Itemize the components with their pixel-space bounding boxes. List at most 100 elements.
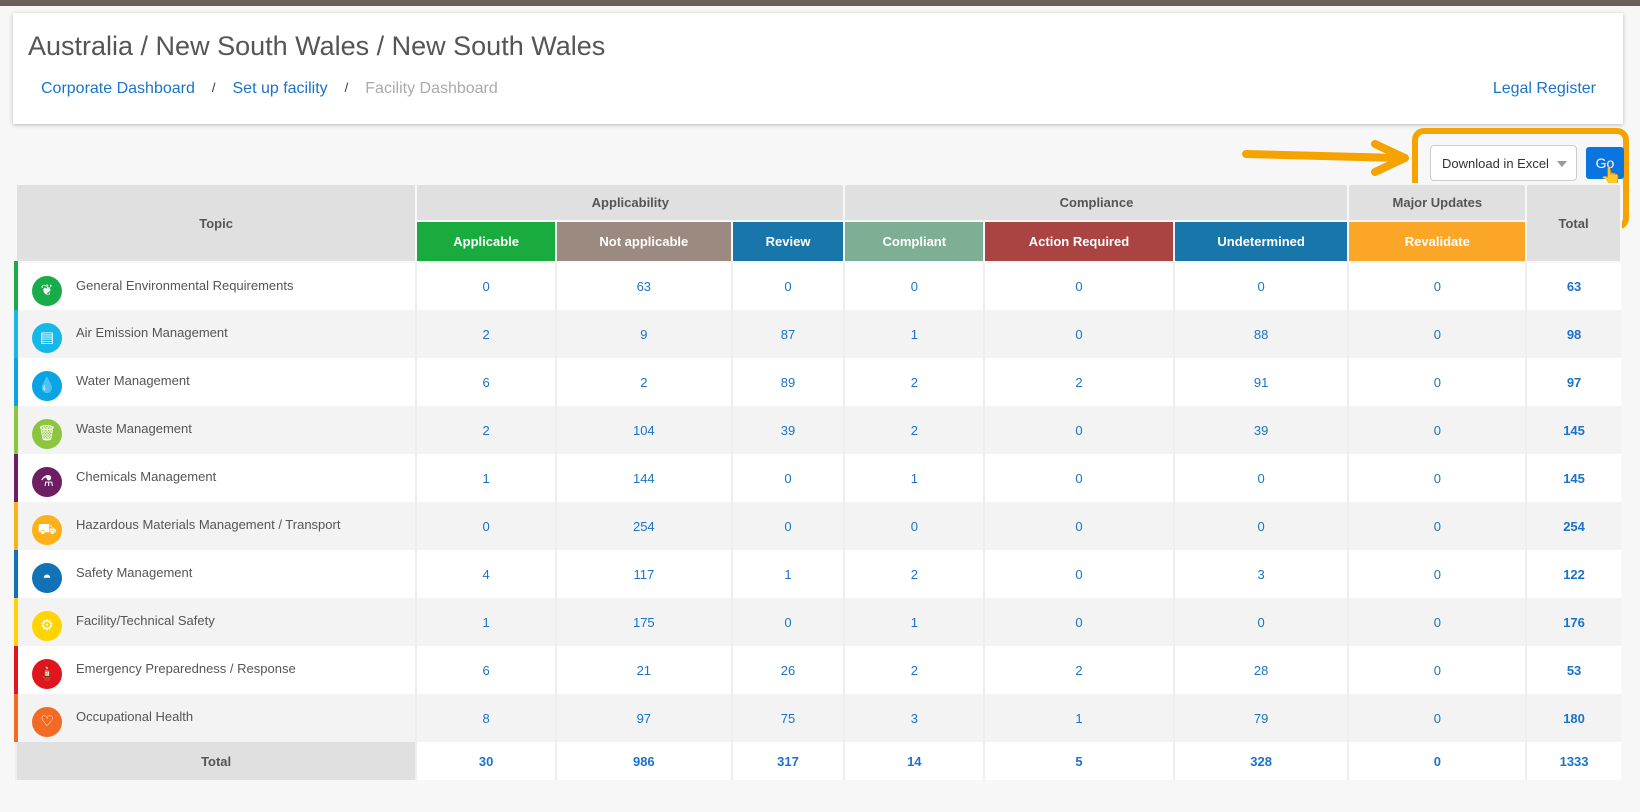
count-link[interactable]: 0 (983, 406, 1174, 454)
count-link[interactable]: 0 (1347, 310, 1527, 358)
count-link[interactable]: 79 (1172, 694, 1349, 742)
count-link[interactable]: 0 (983, 310, 1174, 358)
count-link[interactable]: 6 (415, 646, 556, 694)
count-link[interactable]: 0 (983, 502, 1174, 550)
column-header-revalidate[interactable]: Revalidate (1347, 220, 1528, 263)
count-link[interactable]: 1 (415, 598, 556, 646)
column-total-link[interactable]: 0 (1347, 742, 1527, 780)
column-total-link[interactable]: 986 (555, 742, 732, 780)
count-link[interactable]: 2 (843, 550, 985, 598)
row-total-link[interactable]: 53 (1525, 646, 1621, 694)
count-link[interactable]: 117 (555, 550, 732, 598)
column-header-undetermined[interactable]: Undetermined (1172, 220, 1350, 263)
count-link[interactable]: 1 (843, 598, 985, 646)
count-link[interactable]: 0 (1172, 598, 1349, 646)
column-header-applicable[interactable]: Applicable (415, 220, 557, 263)
count-link[interactable]: 2 (843, 358, 985, 406)
count-link[interactable]: 0 (730, 598, 845, 646)
legal-register-link[interactable]: Legal Register (1493, 80, 1596, 98)
count-link[interactable]: 0 (983, 550, 1174, 598)
row-total-link[interactable]: 145 (1525, 454, 1621, 502)
count-link[interactable]: 0 (415, 262, 556, 310)
count-link[interactable]: 0 (1347, 262, 1527, 310)
count-link[interactable]: 2 (415, 406, 556, 454)
count-link[interactable]: 0 (1172, 262, 1349, 310)
column-total-link[interactable]: 328 (1172, 742, 1349, 780)
count-link[interactable]: 0 (983, 454, 1174, 502)
count-link[interactable]: 0 (843, 262, 985, 310)
count-link[interactable]: 91 (1172, 358, 1349, 406)
grand-total-link[interactable]: 1333 (1525, 742, 1621, 780)
column-total-link[interactable]: 317 (730, 742, 845, 780)
count-link[interactable]: 2 (983, 358, 1174, 406)
row-total-link[interactable]: 122 (1525, 550, 1621, 598)
count-link[interactable]: 1 (983, 694, 1174, 742)
row-total-link[interactable]: 254 (1525, 502, 1621, 550)
count-link[interactable]: 0 (730, 262, 845, 310)
count-link[interactable]: 0 (1172, 502, 1349, 550)
row-total-link[interactable]: 97 (1525, 358, 1621, 406)
count-link[interactable]: 104 (555, 406, 732, 454)
column-total-link[interactable]: 14 (843, 742, 985, 780)
count-link[interactable]: 2 (983, 646, 1174, 694)
count-link[interactable]: 88 (1172, 310, 1349, 358)
column-total-link[interactable]: 5 (983, 742, 1174, 780)
breadcrumb-set-up-facility[interactable]: Set up facility (233, 80, 328, 98)
count-link[interactable]: 175 (555, 598, 732, 646)
count-link[interactable]: 39 (730, 406, 845, 454)
count-link[interactable]: 0 (1347, 598, 1527, 646)
count-link[interactable]: 0 (1347, 550, 1527, 598)
count-link[interactable]: 2 (415, 310, 556, 358)
count-link[interactable]: 39 (1172, 406, 1349, 454)
count-link[interactable]: 0 (1172, 454, 1349, 502)
count-link[interactable]: 6 (415, 358, 556, 406)
count-link[interactable]: 4 (415, 550, 556, 598)
row-total-link[interactable]: 63 (1525, 262, 1621, 310)
count-link[interactable]: 2 (843, 406, 985, 454)
count-link[interactable]: 0 (983, 598, 1174, 646)
count-link[interactable]: 0 (1347, 406, 1527, 454)
count-link[interactable]: 0 (843, 502, 985, 550)
count-link[interactable]: 3 (1172, 550, 1349, 598)
count-link[interactable]: 0 (1347, 646, 1527, 694)
row-total-link[interactable]: 176 (1525, 598, 1621, 646)
count-link[interactable]: 0 (730, 454, 845, 502)
row-total-link[interactable]: 98 (1525, 310, 1621, 358)
count-link[interactable]: 0 (415, 502, 556, 550)
count-link[interactable]: 1 (415, 454, 556, 502)
count-link[interactable]: 0 (1347, 358, 1527, 406)
row-total-link[interactable]: 145 (1525, 406, 1621, 454)
count-link[interactable]: 3 (843, 694, 985, 742)
count-link[interactable]: 75 (730, 694, 845, 742)
count-link[interactable]: 63 (555, 262, 732, 310)
column-header-review[interactable]: Review (730, 220, 846, 263)
row-total-link[interactable]: 180 (1525, 694, 1621, 742)
count-link[interactable]: 97 (555, 694, 732, 742)
export-format-select[interactable]: Download in Excel (1430, 145, 1577, 181)
count-link[interactable]: 2 (843, 646, 985, 694)
count-link[interactable]: 0 (1347, 454, 1527, 502)
count-link[interactable]: 0 (1347, 694, 1527, 742)
count-link[interactable]: 2 (555, 358, 732, 406)
count-link[interactable]: 8 (415, 694, 556, 742)
column-total-link[interactable]: 30 (415, 742, 556, 780)
count-link[interactable]: 1 (730, 550, 845, 598)
column-header-not-applicable[interactable]: Not applicable (555, 220, 733, 263)
count-link[interactable]: 89 (730, 358, 845, 406)
count-link[interactable]: 87 (730, 310, 845, 358)
table-row: ⚙ Facility/Technical Safety 1 175 0 1 0 0 0 176 (13, 598, 1621, 646)
count-link[interactable]: 0 (730, 502, 845, 550)
count-link[interactable]: 28 (1172, 646, 1349, 694)
count-link[interactable]: 21 (555, 646, 732, 694)
count-link[interactable]: 9 (555, 310, 732, 358)
count-link[interactable]: 0 (1347, 502, 1527, 550)
column-header-compliant[interactable]: Compliant (843, 220, 986, 263)
count-link[interactable]: 254 (555, 502, 732, 550)
count-link[interactable]: 0 (983, 262, 1174, 310)
breadcrumb-corporate-dashboard[interactable]: Corporate Dashboard (41, 80, 195, 98)
count-link[interactable]: 1 (843, 310, 985, 358)
count-link[interactable]: 1 (843, 454, 985, 502)
column-header-action-required[interactable]: Action Required (983, 220, 1175, 263)
count-link[interactable]: 26 (730, 646, 845, 694)
count-link[interactable]: 144 (555, 454, 732, 502)
